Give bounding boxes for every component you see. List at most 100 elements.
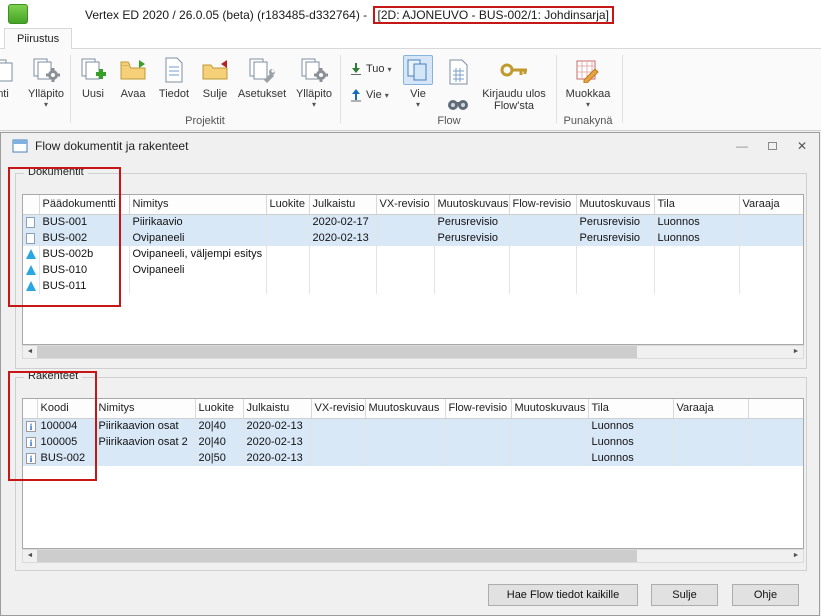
uusi-button[interactable]: Uusi xyxy=(74,52,112,114)
column-header[interactable]: Luokite xyxy=(266,195,309,214)
column-header[interactable] xyxy=(748,399,803,418)
column-header[interactable]: Tila xyxy=(588,399,673,418)
app-icon[interactable] xyxy=(8,4,28,24)
column-header[interactable]: Flow-revisio xyxy=(445,399,511,418)
cell xyxy=(309,262,376,278)
cell: 100005 xyxy=(37,434,95,450)
ribbon-group-punakyna: Punakynä xyxy=(550,115,626,127)
dialog-titlebar[interactable]: Flow dokumentit ja rakenteet — ✕ xyxy=(1,133,819,159)
column-header[interactable]: Flow-revisio xyxy=(509,195,576,214)
column-header[interactable]: Varaaja xyxy=(739,195,803,214)
cell xyxy=(266,214,309,230)
table-row[interactable]: BUS-010Ovipaneeli xyxy=(23,262,803,278)
close-folder-icon xyxy=(196,52,234,88)
ribbon: nti Ylläpito ▾ Uusi Avaa Tie xyxy=(0,48,821,131)
sulje-button[interactable]: Sulje xyxy=(651,584,718,606)
row-icon-cell: i xyxy=(23,450,37,466)
scrollbar-thumb[interactable] xyxy=(37,550,637,562)
document-icon xyxy=(26,233,35,244)
asetukset-button[interactable]: Asetukset xyxy=(236,52,288,114)
cell: BUS-002b xyxy=(39,246,129,262)
cell xyxy=(673,450,748,466)
hae-flow-tiedot-button[interactable]: Hae Flow tiedot kaikille xyxy=(488,584,638,606)
column-header[interactable] xyxy=(23,195,39,214)
table-row[interactable]: i100004Piirikaavion osat20|402020-02-13L… xyxy=(23,418,803,434)
close-button[interactable]: ✕ xyxy=(787,133,817,159)
column-header[interactable]: Tila xyxy=(654,195,739,214)
column-header[interactable]: Koodi xyxy=(37,399,95,418)
table-row[interactable]: BUS-011 xyxy=(23,278,803,294)
yllapito-button-left[interactable]: Ylläpito ▾ xyxy=(24,52,68,114)
cell xyxy=(266,262,309,278)
scroll-right-icon[interactable]: ► xyxy=(789,550,803,562)
structures-hscrollbar[interactable]: ◄ ► xyxy=(22,549,804,563)
cell xyxy=(739,230,803,246)
cell xyxy=(309,278,376,294)
search-button[interactable] xyxy=(444,95,472,113)
column-header[interactable]: Julkaistu xyxy=(309,195,376,214)
minimize-button[interactable]: — xyxy=(727,133,757,159)
document-grid-icon xyxy=(447,59,471,85)
key-icon xyxy=(478,52,550,88)
column-header[interactable]: Varaaja xyxy=(673,399,748,418)
column-header[interactable]: Nimitys xyxy=(95,399,195,418)
column-header[interactable]: Päädokumentti xyxy=(39,195,129,214)
column-header[interactable]: Muutoskuvaus xyxy=(365,399,445,418)
table-row[interactable]: BUS-001Piirikaavio2020-02-17Perusrevisio… xyxy=(23,214,803,230)
scroll-left-icon[interactable]: ◄ xyxy=(23,346,37,358)
tuo-button[interactable]: Tuo ▾ xyxy=(346,59,395,79)
cell xyxy=(266,230,309,246)
column-header[interactable]: VX-revisio xyxy=(311,399,365,418)
chevron-down-icon: ▾ xyxy=(398,100,438,109)
cell: Luonnos xyxy=(654,214,739,230)
column-header[interactable]: VX-revisio xyxy=(376,195,434,214)
muokkaa-button[interactable]: Muokkaa ▾ xyxy=(562,52,614,114)
vie-button[interactable]: Vie ▾ xyxy=(398,52,438,114)
model-icon xyxy=(26,265,36,275)
column-header[interactable]: Muutoskuvaus xyxy=(576,195,654,214)
cell xyxy=(654,262,739,278)
cell xyxy=(509,230,576,246)
avaa-button[interactable]: Avaa xyxy=(114,52,152,114)
column-header[interactable]: Nimitys xyxy=(129,195,266,214)
cell xyxy=(309,246,376,262)
table-row[interactable]: BUS-002Ovipaneeli2020-02-13PerusrevisioP… xyxy=(23,230,803,246)
table-row[interactable]: iBUS-00220|502020-02-13Luonnos xyxy=(23,450,803,466)
cell: Piirikaavion osat 2 xyxy=(95,434,195,450)
ohje-button[interactable]: Ohje xyxy=(732,584,799,606)
scroll-right-icon[interactable]: ► xyxy=(789,346,803,358)
export-icon xyxy=(349,88,363,102)
table-row[interactable]: BUS-002bOvipaneeli, väljempi esitys xyxy=(23,246,803,262)
vie-small-button[interactable]: Vie ▾ xyxy=(346,85,392,105)
cell xyxy=(511,434,588,450)
cell: 2020-02-13 xyxy=(243,450,311,466)
kirjaudu-ulos-button[interactable]: Kirjaudu ulos Flow'sta xyxy=(478,52,550,114)
scroll-left-icon[interactable]: ◄ xyxy=(23,550,37,562)
column-header[interactable]: Muutoskuvaus xyxy=(434,195,509,214)
column-header[interactable]: Julkaistu xyxy=(243,399,311,418)
documents-hscrollbar[interactable]: ◄ ► xyxy=(22,345,804,359)
cell: 2020-02-17 xyxy=(309,214,376,230)
cell: BUS-011 xyxy=(39,278,129,294)
cell: Perusrevisio xyxy=(576,230,654,246)
cell xyxy=(311,434,365,450)
column-header[interactable]: Luokite xyxy=(195,399,243,418)
cell xyxy=(365,450,445,466)
partial-ribbon-button[interactable]: nti xyxy=(0,52,22,114)
document-grid-button[interactable] xyxy=(442,55,476,89)
table-row[interactable]: i100005Piirikaavion osat 220|402020-02-1… xyxy=(23,434,803,450)
cell xyxy=(509,246,576,262)
cell xyxy=(739,262,803,278)
ribbon-separator xyxy=(556,55,557,123)
tab-piirustus[interactable]: Piirustus xyxy=(4,28,72,49)
yllapito-button-projektit[interactable]: Ylläpito ▾ xyxy=(290,52,338,114)
sulje-ribbon-button[interactable]: Sulje xyxy=(196,52,234,114)
tiedot-button[interactable]: Tiedot xyxy=(154,52,194,114)
column-header[interactable]: Muutoskuvaus xyxy=(511,399,588,418)
scrollbar-thumb[interactable] xyxy=(37,346,637,358)
row-icon-cell xyxy=(23,278,39,294)
maximize-button[interactable] xyxy=(757,133,787,159)
column-header[interactable] xyxy=(23,399,37,418)
cell: BUS-001 xyxy=(39,214,129,230)
papers-wrench-icon xyxy=(236,52,288,88)
